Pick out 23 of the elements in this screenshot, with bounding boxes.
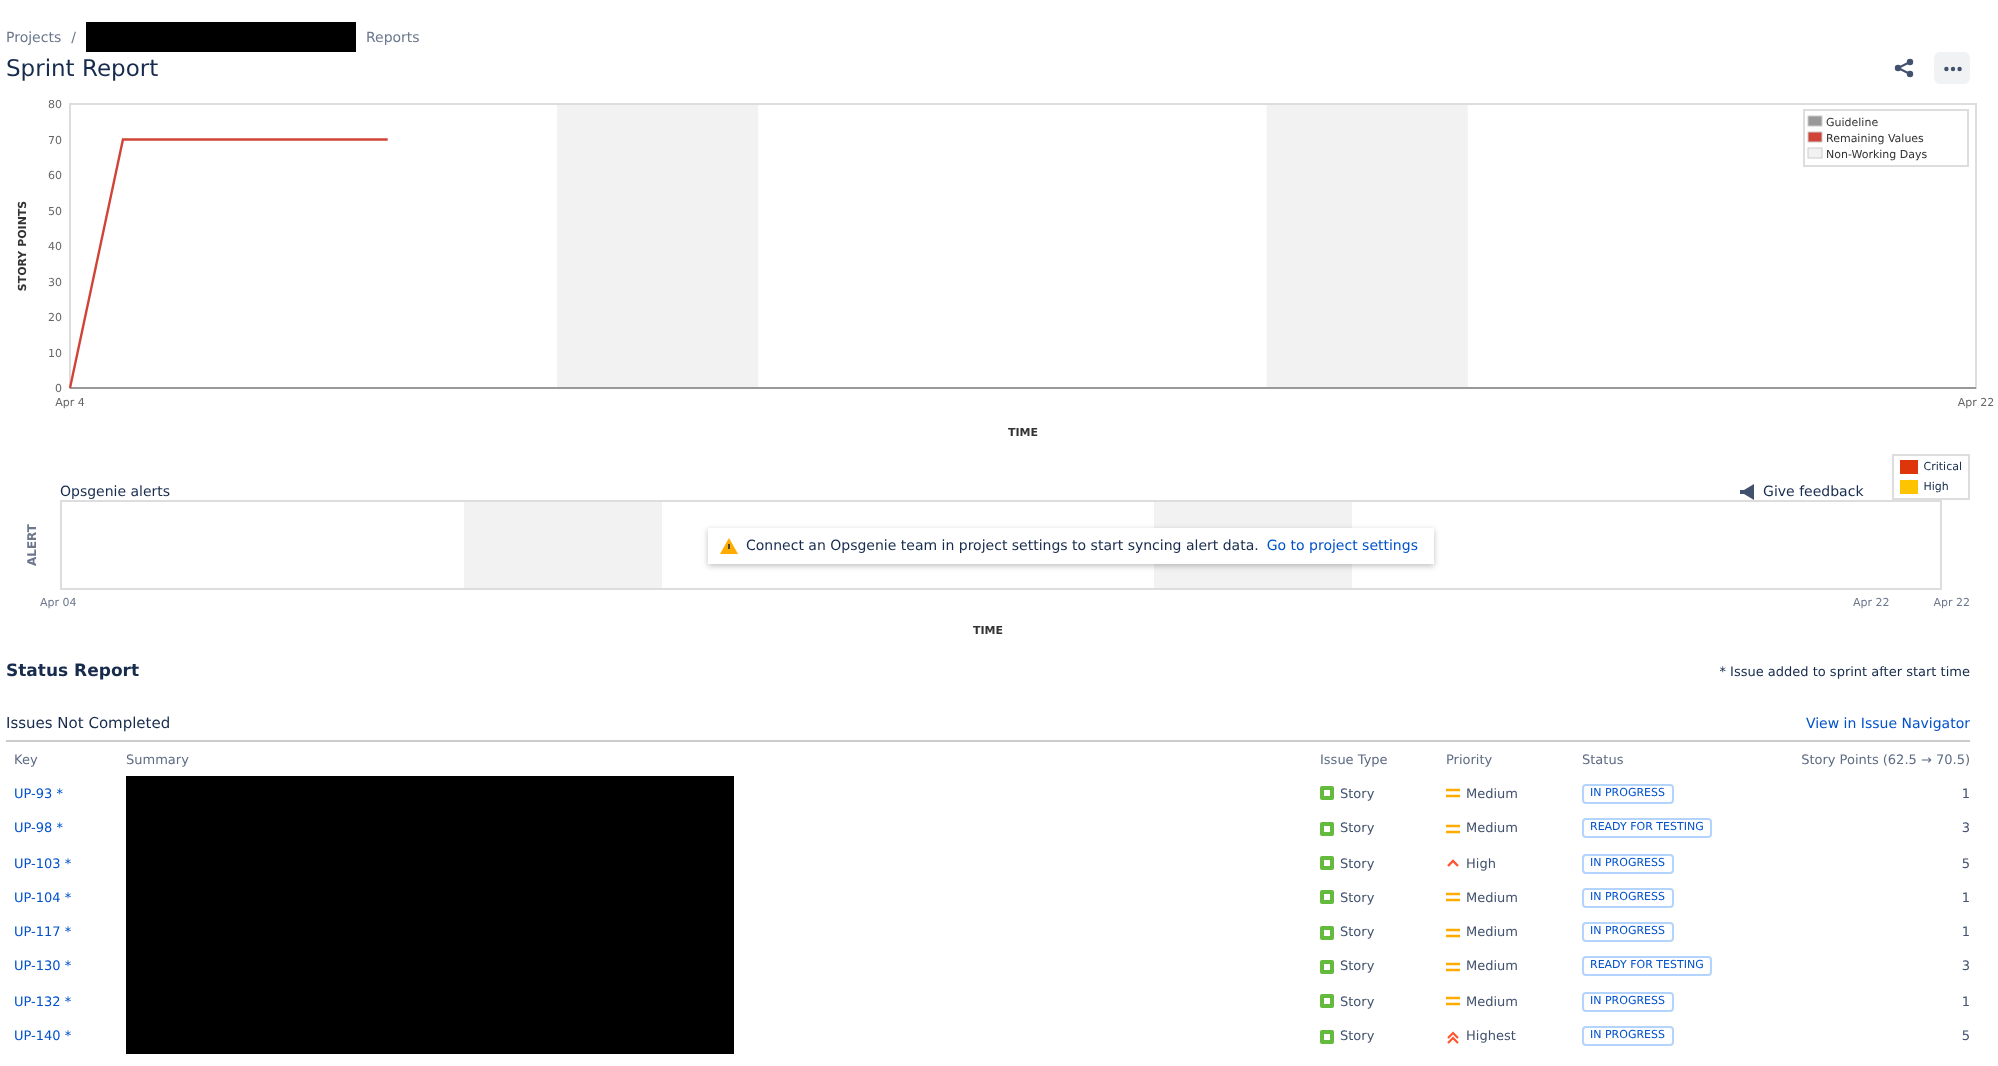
priority-medium-icon	[1446, 996, 1460, 1007]
story-icon	[1320, 994, 1334, 1009]
story-icon	[1320, 925, 1334, 940]
page-title: Sprint Report	[6, 54, 159, 82]
priority-medium-icon	[1446, 788, 1460, 799]
priority-highest-icon	[1446, 1029, 1460, 1044]
more-icon	[1943, 65, 1961, 71]
story-icon	[1320, 821, 1334, 836]
warning-icon	[720, 537, 739, 553]
story-icon	[1320, 890, 1334, 905]
priority-medium-icon	[1446, 892, 1460, 903]
story-icon	[1320, 1029, 1334, 1044]
priority-medium-icon	[1446, 927, 1460, 938]
megaphone-icon	[1737, 484, 1756, 500]
section-title: Status Report	[6, 662, 140, 682]
priority-medium-icon	[1446, 961, 1460, 972]
more-button[interactable]	[1934, 52, 1970, 84]
story-icon	[1320, 786, 1334, 801]
share-icon	[1894, 58, 1914, 78]
priority-medium-icon	[1446, 823, 1460, 834]
story-icon	[1320, 959, 1334, 974]
story-icon	[1320, 856, 1334, 871]
priority-high-icon	[1446, 858, 1460, 869]
